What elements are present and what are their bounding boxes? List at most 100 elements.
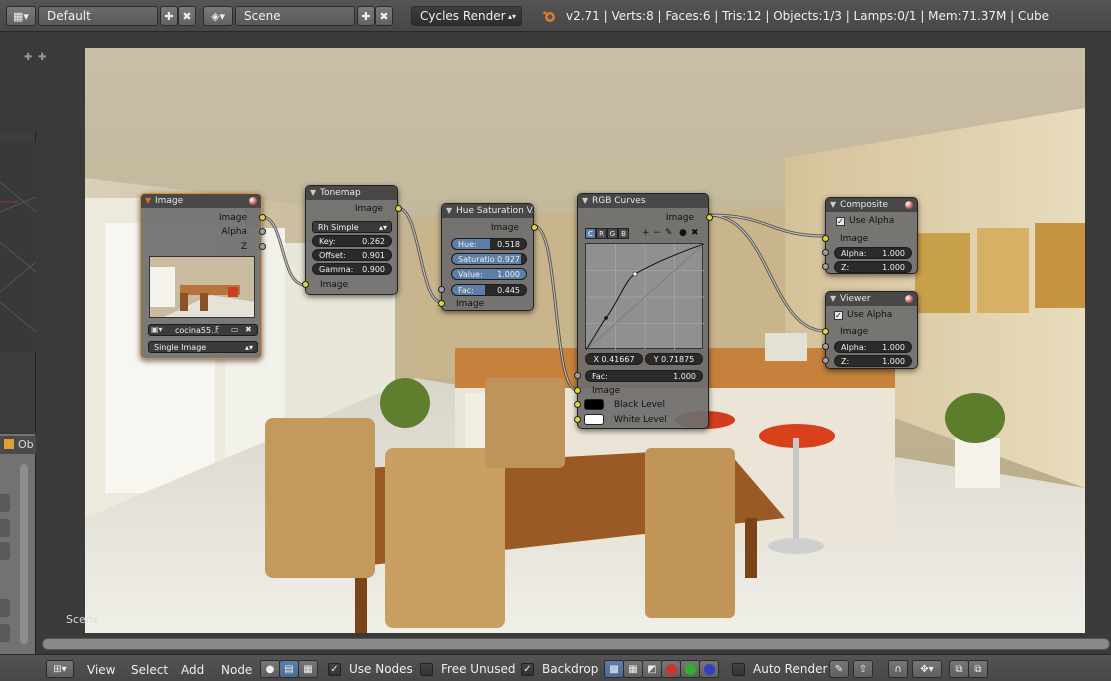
composite-node-header[interactable]: ▼ Composite <box>826 198 917 212</box>
collapse-triangle-icon[interactable]: ▼ <box>145 194 151 208</box>
green-channel-button[interactable] <box>680 660 700 678</box>
menu-add[interactable]: Add <box>181 663 204 677</box>
output-socket-image[interactable] <box>395 205 402 212</box>
composite-node[interactable]: ▼ Composite ✓ Use Alpha Image Alpha: 1.00… <box>822 197 918 274</box>
input-socket-fac[interactable] <box>574 372 581 379</box>
image-node-header[interactable]: ▼ Image <box>141 194 261 208</box>
free-unused-checkbox[interactable]: Free Unused <box>420 662 516 676</box>
auto-render-checkbox[interactable]: Auto Render <box>732 662 827 676</box>
image-datablock-field[interactable]: cocina55... <box>148 324 258 336</box>
wrench-icon[interactable]: ✎ <box>665 228 673 238</box>
input-socket-image[interactable] <box>302 281 309 288</box>
go-to-parent-button[interactable]: ✎ <box>829 660 849 678</box>
viewer-node[interactable]: ▼ Viewer ✓ Use Alpha Image Alpha: 1.000 Z… <box>822 291 918 369</box>
collapse-triangle-icon[interactable]: ▼ <box>446 204 452 218</box>
gamma-field[interactable]: Gamma: 0.900 <box>312 263 392 275</box>
curve-point[interactable] <box>604 316 608 320</box>
collapse-triangle-icon[interactable]: ▼ <box>830 292 836 306</box>
alpha-field[interactable]: Alpha: 1.000 <box>834 341 912 353</box>
hue-slider[interactable]: Hue: 0.518 <box>451 238 527 250</box>
input-socket-image[interactable] <box>574 387 581 394</box>
fake-user-button[interactable]: F <box>215 325 220 334</box>
blue-channel-button[interactable] <box>699 660 719 678</box>
output-socket-alpha[interactable] <box>259 228 266 235</box>
saturation-slider[interactable]: Saturatio 0.927 <box>451 253 527 265</box>
input-socket-z[interactable] <box>822 263 829 270</box>
backdrop-color-button[interactable]: ▦ <box>623 660 643 678</box>
channel-tab-g[interactable]: G <box>607 228 618 239</box>
copy-nodes-button[interactable]: ⧉ <box>949 660 969 678</box>
zoom-in-icon[interactable]: + <box>642 228 650 238</box>
use-nodes-checkbox[interactable]: ✓ Use Nodes <box>328 662 413 676</box>
input-socket-image[interactable] <box>822 235 829 242</box>
z-field[interactable]: Z: 1.000 <box>834 261 912 273</box>
tonemap-type-select[interactable]: Rh Simple ▴▾ <box>312 221 392 233</box>
output-socket-image[interactable] <box>259 214 266 221</box>
viewer-node-header[interactable]: ▼ Viewer <box>826 292 917 306</box>
snap-button[interactable]: ∩ <box>888 660 908 678</box>
shader-nodes-button[interactable]: ● <box>260 660 280 678</box>
editor-type-button[interactable]: ⊞▾ <box>46 660 74 678</box>
value-slider[interactable]: Value: 1.000 <box>451 268 527 280</box>
backdrop-color-alpha-button[interactable]: ▩ <box>604 660 624 678</box>
input-socket-black-level[interactable] <box>574 401 581 408</box>
hue-saturation-node[interactable]: ▼ Hue Saturation V... Image Hue: 0.518 Sa… <box>438 203 538 311</box>
alpha-field[interactable]: Alpha: 1.000 <box>834 247 912 259</box>
preview-sphere-icon[interactable] <box>249 197 257 205</box>
compositing-nodes-button[interactable]: ▤ <box>279 660 299 678</box>
backdrop-alpha-button[interactable]: ◩ <box>642 660 662 678</box>
unlink-icon[interactable]: ✖ <box>245 325 252 334</box>
preview-sphere-icon[interactable] <box>905 295 913 303</box>
output-socket-image[interactable] <box>706 214 713 221</box>
backdrop-checkbox[interactable]: ✓ Backdrop <box>521 662 598 676</box>
menu-view[interactable]: View <box>87 663 115 677</box>
folder-icon[interactable]: ▭ <box>231 325 239 334</box>
input-socket-z[interactable] <box>822 357 829 364</box>
channel-tab-c[interactable]: C <box>585 228 596 239</box>
channel-tab-r[interactable]: R <box>596 228 607 239</box>
input-socket-image[interactable] <box>822 328 829 335</box>
clipping-icon[interactable]: ● <box>679 228 687 238</box>
preview-sphere-icon[interactable] <box>905 201 913 209</box>
image-source-select[interactable]: Single Image ▴▾ <box>148 341 258 353</box>
black-level-swatch[interactable] <box>584 399 604 410</box>
input-socket-white-level[interactable] <box>574 416 581 423</box>
input-socket-alpha[interactable] <box>822 249 829 256</box>
curve-point-x-field[interactable]: X 0.41667 <box>585 353 643 365</box>
collapse-triangle-icon[interactable]: ▼ <box>582 194 588 208</box>
texture-nodes-button[interactable]: ▦ <box>298 660 318 678</box>
image-node[interactable]: ▼ Image Image Alpha Z cocina55... ▣▾ F ▭… <box>140 193 266 359</box>
collapse-triangle-icon[interactable]: ▼ <box>310 186 316 200</box>
curves-fac-slider[interactable]: Fac: 1.000 <box>585 370 703 382</box>
offset-field[interactable]: Offset: 0.901 <box>312 249 392 261</box>
paste-nodes-button[interactable]: ⧉ <box>968 660 988 678</box>
tonemap-node[interactable]: ▼ Tonemap Image Rh Simple ▴▾ Key: 0.262 O… <box>302 185 402 295</box>
hsv-node-header[interactable]: ▼ Hue Saturation V... <box>442 204 533 218</box>
input-socket-alpha[interactable] <box>822 343 829 350</box>
curve-point-y-field[interactable]: Y 0.71875 <box>645 353 703 365</box>
use-alpha-checkbox[interactable]: ✓ Use Alpha <box>834 310 892 320</box>
parent-node-tree-button[interactable]: ⇧ <box>853 660 873 678</box>
curve-graph[interactable] <box>585 243 705 351</box>
input-socket-image[interactable] <box>438 300 445 307</box>
snap-element-select[interactable]: ✥▾ <box>912 660 942 678</box>
input-socket-fac[interactable] <box>438 286 445 293</box>
menu-select[interactable]: Select <box>131 663 168 677</box>
key-slider[interactable]: Key: 0.262 <box>312 235 392 247</box>
white-level-swatch[interactable] <box>584 414 604 425</box>
zoom-out-icon[interactable]: − <box>653 228 661 238</box>
tonemap-node-header[interactable]: ▼ Tonemap <box>306 186 397 200</box>
delete-point-icon[interactable]: ✖ <box>691 228 699 238</box>
curve-point-selected[interactable] <box>632 271 638 277</box>
rgb-curves-node-header[interactable]: ▼ RGB Curves <box>578 194 708 208</box>
menu-node[interactable]: Node <box>221 663 252 677</box>
image-browse-icon[interactable]: ▣▾ <box>151 325 163 334</box>
red-channel-button[interactable] <box>661 660 681 678</box>
use-alpha-checkbox[interactable]: ✓ Use Alpha <box>836 216 894 226</box>
fac-slider[interactable]: Fac: 0.445 <box>451 284 527 296</box>
rgb-curves-node[interactable]: ▼ RGB Curves Image C R G B + − ✎ ● ✖ X 0… <box>574 193 713 429</box>
output-socket-z[interactable] <box>259 243 266 250</box>
horizontal-scrollbar[interactable] <box>42 638 1110 650</box>
output-socket-image[interactable] <box>531 224 538 231</box>
channel-tab-b[interactable]: B <box>618 228 629 239</box>
